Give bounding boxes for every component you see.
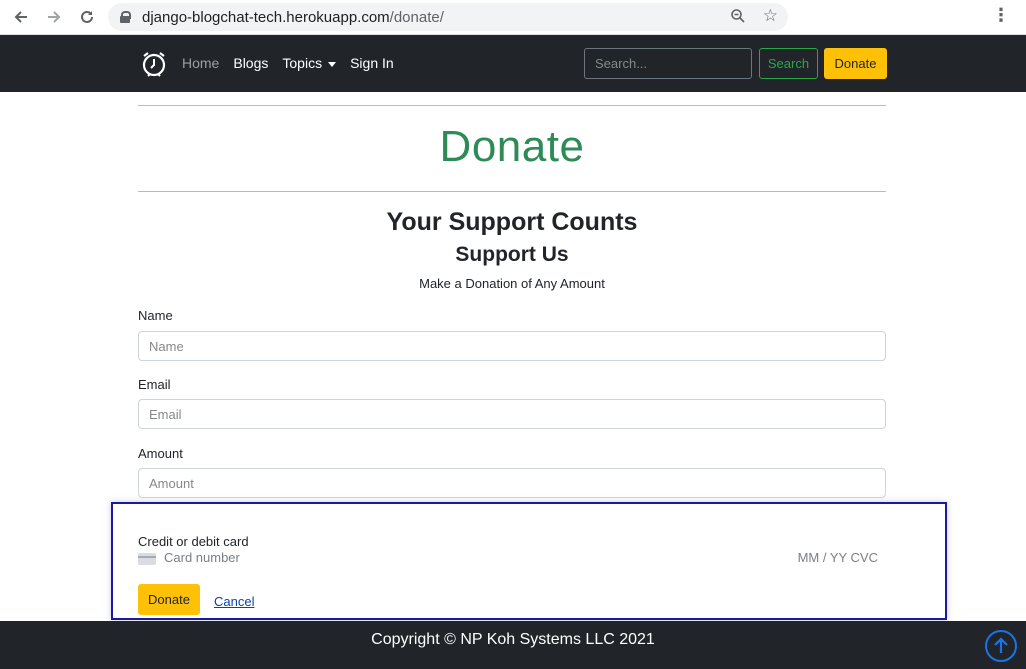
zoom-icon[interactable]: [730, 8, 746, 28]
reload-icon[interactable]: [75, 6, 99, 28]
kebab-menu-icon[interactable]: ⋮: [992, 5, 1010, 26]
copyright-text: Copyright © NP Koh Systems LLC 2021: [371, 631, 655, 648]
donation-subtext: Make a Donation of Any Amount: [419, 276, 605, 291]
search-input[interactable]: Search...: [584, 48, 752, 79]
address-bar[interactable]: django-blogchat-tech.herokuapp.com/donat…: [108, 3, 788, 31]
credit-card-icon: [138, 553, 156, 565]
email-label: Email: [138, 377, 171, 392]
divider: [138, 105, 886, 106]
support-heading: Your Support Counts: [386, 208, 638, 236]
name-label: Name: [138, 308, 173, 323]
donate-nav-button[interactable]: Donate: [824, 48, 887, 79]
url-path: /donate/: [389, 8, 444, 26]
nav-sign-in[interactable]: Sign In: [350, 55, 394, 71]
search-button[interactable]: Search: [759, 48, 818, 79]
email-field[interactable]: Email: [138, 399, 886, 429]
site-navbar: Home Blogs Topics Sign In Search... Sear…: [0, 35, 1026, 92]
name-field[interactable]: Name: [138, 331, 886, 361]
card-payment-box: Credit or debit card Card number MM / YY…: [111, 502, 947, 620]
nav-home[interactable]: Home: [182, 55, 219, 71]
amount-field[interactable]: Amount: [138, 468, 886, 498]
cancel-link[interactable]: Cancel: [214, 594, 254, 609]
url-host: django-blogchat-tech.herokuapp.com: [142, 8, 390, 26]
page-title: Donate: [439, 122, 585, 171]
donate-button[interactable]: Donate: [138, 584, 200, 615]
nav-blogs[interactable]: Blogs: [233, 55, 268, 71]
browser-toolbar: django-blogchat-tech.herokuapp.com/donat…: [0, 0, 1026, 35]
card-label: Credit or debit card: [138, 534, 249, 549]
forward-arrow-icon[interactable]: [42, 6, 66, 28]
star-icon[interactable]: ☆: [763, 6, 778, 26]
nav-topics-dropdown[interactable]: Topics: [282, 55, 337, 71]
alarm-clock-icon[interactable]: [140, 50, 168, 78]
amount-label: Amount: [138, 446, 183, 461]
card-expiry-cvc-field[interactable]: MM / YY CVC: [798, 550, 878, 565]
support-subheading: Support Us: [455, 243, 569, 266]
nav-topics-label: Topics: [282, 55, 323, 71]
back-arrow-icon[interactable]: [9, 6, 33, 28]
card-number-field[interactable]: Card number: [164, 550, 240, 565]
divider: [138, 191, 886, 192]
footer: Copyright © NP Koh Systems LLC 2021: [0, 621, 1026, 669]
arrow-up-circle-icon[interactable]: [985, 630, 1017, 662]
chevron-down-icon: [328, 61, 337, 67]
lock-icon: [120, 11, 131, 23]
